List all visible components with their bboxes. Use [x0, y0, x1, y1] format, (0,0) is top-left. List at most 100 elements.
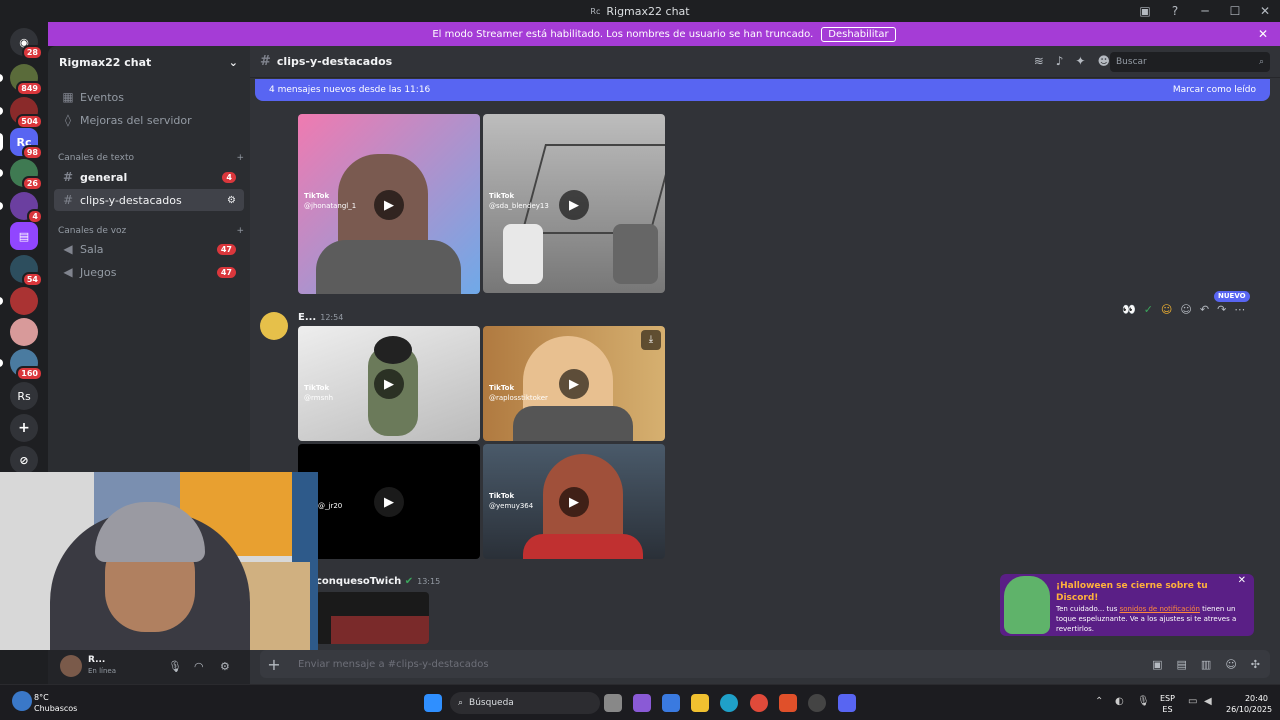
server-icon-8[interactable]: 160 — [0, 349, 43, 381]
more-icon[interactable]: ⋯ — [1234, 303, 1245, 316]
mic-tray-icon[interactable]: 🎙 — [1137, 696, 1150, 707]
clock[interactable]: 20:40 26/10/2025 — [1226, 693, 1272, 715]
message-author[interactable]: conquesoTwich — [316, 576, 401, 587]
copilot-icon[interactable] — [633, 694, 651, 712]
server-header[interactable]: Rigmax22 chat ⌄ — [48, 46, 250, 78]
play-icon[interactable]: ▶ — [559, 487, 589, 517]
taskbar-search[interactable]: ⌕ Búsqueda — [450, 692, 600, 714]
maximize-button[interactable]: ☐ — [1220, 4, 1250, 18]
video-tile[interactable]: TikTok @sda_blendey13 ▶ — [483, 114, 665, 293]
eyes-emoji-icon[interactable]: 👀 — [1122, 303, 1136, 316]
forward-icon[interactable]: ↷ — [1217, 303, 1226, 316]
start-icon[interactable] — [424, 694, 442, 712]
add-channel-icon[interactable]: + — [236, 226, 244, 236]
sticker-icon[interactable]: ▥ — [1201, 658, 1211, 671]
server-icon-3[interactable]: 26 — [0, 159, 43, 191]
close-icon[interactable]: ✕ — [1258, 27, 1268, 41]
video-tile[interactable]: TikTok @jhonatangl_1 ▶ — [298, 114, 480, 294]
play-icon[interactable]: ▶ — [559, 190, 589, 220]
microphone-icon[interactable]: 🎙 — [168, 660, 182, 673]
add-reaction-icon[interactable]: ☺ — [1180, 303, 1191, 316]
sidebar-item-events[interactable]: ▦ Eventos — [54, 86, 244, 108]
laugh-emoji-icon[interactable]: ☺ — [1161, 303, 1172, 316]
halloween-toast[interactable]: ¡Halloween se cierne sobre tu Discord! T… — [1000, 574, 1254, 636]
server-icon-5[interactable]: 54 — [10, 255, 43, 287]
weather-widget[interactable]: 8°C Chubascos — [34, 692, 77, 714]
add-attachment-icon[interactable]: + — [260, 655, 288, 674]
obs-icon[interactable] — [808, 694, 826, 712]
notification-sounds-link[interactable]: sonidos de notificación — [1120, 605, 1200, 613]
play-icon[interactable]: ▶ — [374, 369, 404, 399]
message-author[interactable]: E... — [298, 312, 316, 323]
volume-icon[interactable]: ◀ — [1204, 696, 1212, 707]
channel-clips-y-destacados[interactable]: # clips-y-destacados ⚙ — [54, 189, 244, 211]
members-icon[interactable]: ☻ — [1097, 54, 1110, 68]
server-icon-7[interactable] — [10, 318, 38, 346]
download-icon[interactable]: ⤓ — [641, 330, 661, 350]
server-icon-6[interactable] — [0, 287, 38, 315]
help-icon[interactable]: ? — [1160, 4, 1190, 18]
channel-general[interactable]: # general 4 — [54, 166, 244, 188]
task-view-icon[interactable] — [604, 694, 622, 712]
voice-category[interactable]: Canales de voz + — [58, 226, 244, 236]
message-input[interactable]: Enviar mensaje a #clips-y-destacados — [298, 659, 489, 670]
discover-icon[interactable]: ⊘ — [10, 446, 38, 474]
video-tile[interactable]: TikTok @raplosstiktoker ▶ ⤓ — [483, 326, 665, 441]
server-icon-rs[interactable]: Rs — [10, 382, 38, 410]
check-emoji-icon[interactable]: ✓ — [1144, 303, 1153, 316]
voice-channel-sala[interactable]: ◀ Sala 47 — [54, 238, 244, 260]
apps-icon[interactable]: ✣ — [1251, 658, 1260, 671]
server-icon-1[interactable]: 849 — [0, 64, 43, 96]
close-icon[interactable]: ✕ — [1238, 576, 1246, 586]
tray-chevron-icon[interactable]: ⌃ — [1095, 696, 1103, 707]
gift-icon[interactable]: ▣ — [1152, 658, 1162, 671]
add-channel-icon[interactable]: + — [236, 153, 244, 163]
brave-icon[interactable] — [779, 694, 797, 712]
avatar[interactable] — [60, 655, 82, 677]
file-explorer-icon[interactable] — [691, 694, 709, 712]
mark-read-button[interactable]: Marcar como leído — [1173, 85, 1256, 95]
network-icon[interactable]: ▭ — [1188, 696, 1197, 707]
gear-icon[interactable]: ⚙ — [220, 660, 230, 673]
twitch-server-icon[interactable]: ▤ — [10, 222, 38, 250]
new-messages-bar[interactable]: 4 mensajes nuevos desde las 11:16 Marcar… — [255, 79, 1270, 101]
disable-streamer-button[interactable]: Deshabilitar — [821, 26, 896, 42]
play-icon[interactable]: ▶ — [374, 190, 404, 220]
headphones-icon[interactable]: ◠ — [194, 660, 204, 673]
bell-icon[interactable]: ♪ — [1056, 54, 1064, 68]
message-composer[interactable]: + Enviar mensaje a #clips-y-destacados ▣… — [260, 650, 1270, 678]
emoji-icon[interactable]: ☺ — [1225, 658, 1236, 671]
channel-title: clips-y-destacados — [276, 55, 393, 68]
reply-icon[interactable]: ↶ — [1200, 303, 1209, 316]
settings-icon[interactable]: ⚙ — [227, 195, 236, 206]
gif-icon[interactable]: ▤ — [1177, 658, 1187, 671]
avatar[interactable] — [260, 312, 288, 340]
store-icon[interactable] — [662, 694, 680, 712]
channel-label: Sala — [80, 242, 104, 256]
server-icon-active[interactable]: Rc 98 — [0, 128, 43, 160]
inbox-icon[interactable]: ▣ — [1130, 4, 1160, 18]
video-tile[interactable]: @_jr20 ▶ — [298, 444, 480, 559]
discord-icon[interactable] — [838, 694, 856, 712]
play-icon[interactable]: ▶ — [559, 369, 589, 399]
direct-messages-icon[interactable]: ◉ 28 — [10, 28, 43, 60]
text-category[interactable]: Canales de texto + — [58, 153, 244, 163]
server-icon-2[interactable]: 504 — [0, 97, 43, 129]
voice-channel-juegos[interactable]: ◀ Juegos 47 — [54, 261, 244, 283]
pin-icon[interactable]: ✦ — [1075, 54, 1085, 68]
language-indicator[interactable]: ESP ES — [1160, 693, 1175, 715]
tray-icon[interactable]: ◐ — [1115, 696, 1124, 707]
edge-icon[interactable] — [720, 694, 738, 712]
minimize-button[interactable]: ─ — [1190, 4, 1220, 18]
add-server-icon[interactable]: + — [10, 414, 38, 442]
play-icon[interactable]: ▶ — [374, 487, 404, 517]
server-icon-4[interactable]: 4 — [0, 192, 43, 224]
chrome-icon[interactable] — [750, 694, 768, 712]
sidebar-item-boosts[interactable]: ◊ Mejoras del servidor — [54, 109, 244, 131]
video-tile[interactable] — [316, 592, 429, 644]
video-tile[interactable]: TikTok @rmsnh ▶ — [298, 326, 480, 441]
video-tile[interactable]: TikTok @yemuy364 ▶ — [483, 444, 665, 559]
close-window-button[interactable]: ✕ — [1250, 4, 1280, 18]
threads-icon[interactable]: ≋ — [1034, 54, 1044, 68]
search-input[interactable]: Buscar ⌕ — [1110, 52, 1270, 72]
